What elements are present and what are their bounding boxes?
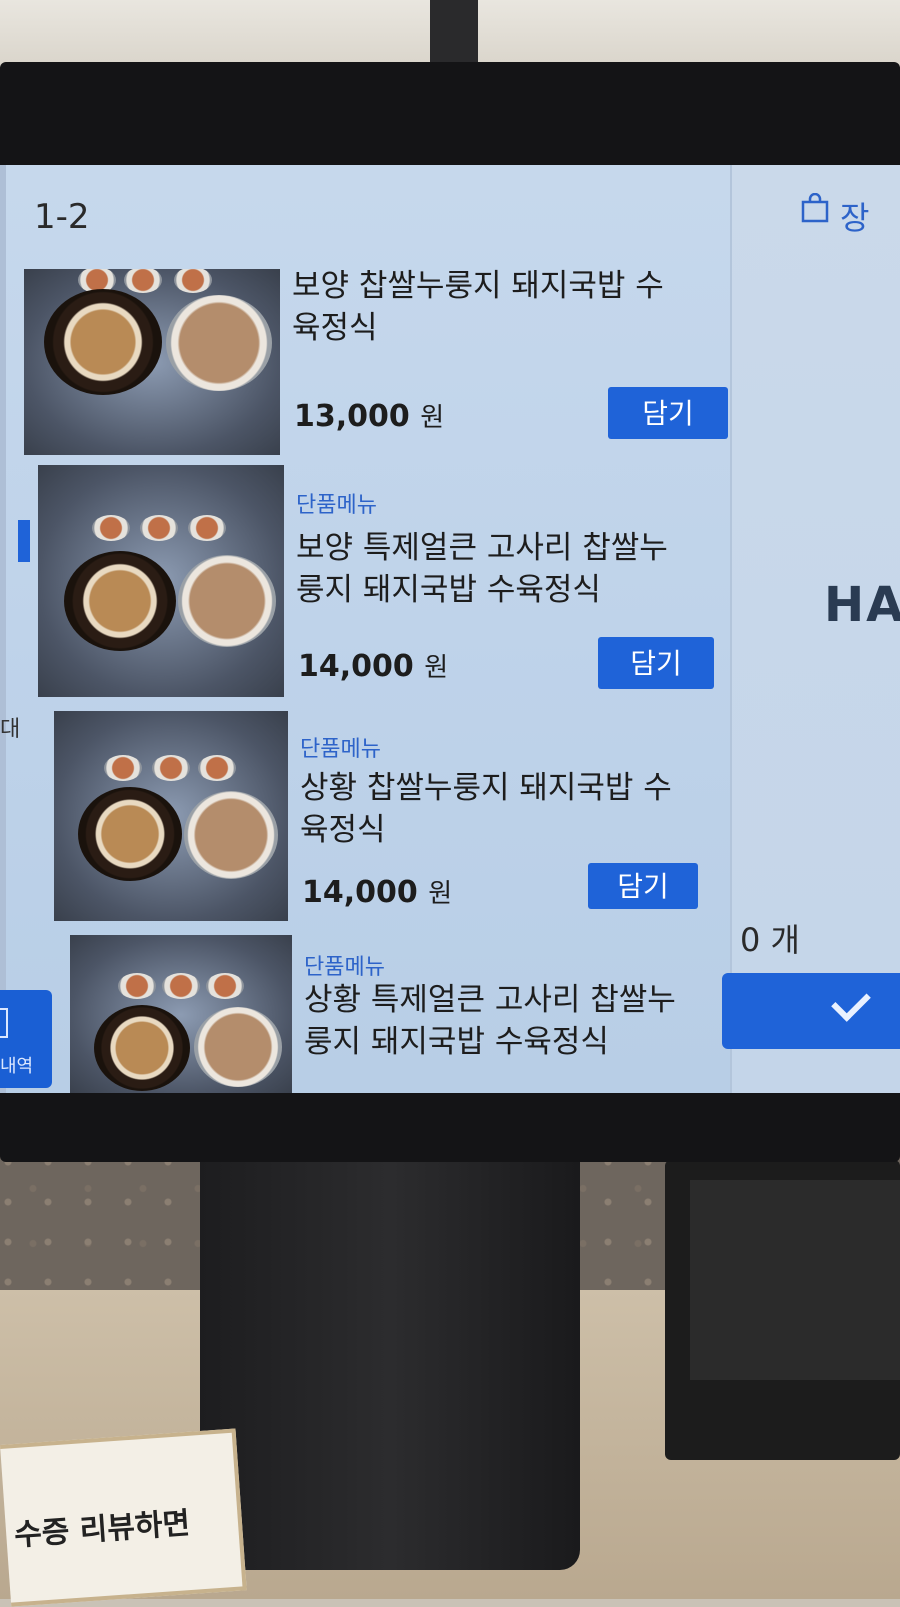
side-dish-image — [140, 515, 178, 541]
tray-inner — [690, 1180, 900, 1380]
kiosk-stand — [200, 1140, 580, 1570]
menu-item-price: 14,000 원 — [298, 649, 449, 684]
side-dish-image — [92, 515, 130, 541]
menu-item-name: 보양 특제얼큰 고사리 찹쌀누 룽지 돼지국밥 수육정식 — [296, 530, 668, 608]
sidebar-partial-label[interactable]: 대 — [0, 711, 20, 743]
menu-item-price: 13,000 원 — [294, 399, 445, 434]
menu-item-photo[interactable] — [38, 465, 284, 697]
gukbap-bowl-image — [64, 551, 176, 651]
background-wall — [0, 0, 900, 70]
cart-panel: 장 HA 0 개 — [722, 165, 900, 1093]
side-dish-image — [188, 515, 226, 541]
add-to-cart-button[interactable]: 담기 — [608, 387, 728, 439]
page-indicator: 1-2 — [34, 197, 90, 237]
shopping-bag-icon — [801, 193, 829, 223]
order-history-label: 내역 — [0, 1056, 34, 1077]
menu-item-photo[interactable] — [54, 711, 288, 921]
menu-item-photo[interactable] — [70, 935, 292, 1093]
gukbap-bowl-image — [94, 1005, 190, 1091]
cart-label: 장 — [840, 199, 870, 237]
menu-item-name: 보양 찹쌀누룽지 돼지국밥 수 육정식 — [292, 268, 664, 346]
left-sidebar-edge — [0, 165, 6, 1093]
side-dish-image — [198, 755, 236, 781]
side-dish-image — [124, 269, 162, 293]
menu-item-category: 단품메뉴 — [300, 737, 381, 762]
window-frame — [430, 0, 478, 70]
side-dish-image — [118, 973, 156, 999]
suyuk-plate-image — [194, 1007, 282, 1087]
menu-item-price: 14,000 원 — [302, 875, 453, 910]
gukbap-bowl-image — [44, 289, 162, 395]
side-dish-image — [174, 269, 212, 293]
side-dish-image — [206, 973, 244, 999]
suyuk-plate-image — [178, 555, 276, 647]
suyuk-plate-image — [184, 791, 278, 879]
history-icon — [0, 1008, 8, 1038]
menu-item-category: 단품메뉴 — [304, 955, 385, 980]
side-dish-image — [162, 973, 200, 999]
review-notice-text: 수증 리뷰하면 — [13, 1505, 192, 1554]
brand-logo-text: HA — [824, 577, 900, 633]
category-active-indicator — [18, 520, 30, 562]
menu-item-photo[interactable] — [24, 269, 280, 455]
review-notice-card: 수증 리뷰하면 — [0, 1428, 247, 1607]
gukbap-bowl-image — [78, 787, 182, 881]
cart-item-count: 0 개 — [740, 921, 800, 959]
add-to-cart-button[interactable]: 담기 — [598, 637, 714, 689]
order-history-button[interactable]: 내역 — [0, 990, 52, 1088]
side-dish-image — [152, 755, 190, 781]
menu-item-name: 상황 찹쌀누룽지 돼지국밥 수 육정식 — [300, 770, 672, 848]
menu-item-name: 상황 특제얼큰 고사리 찹쌀누 룽지 돼지국밥 수육정식 — [304, 982, 676, 1060]
side-dish-image — [104, 755, 142, 781]
menu-item-category: 단품메뉴 — [296, 493, 377, 518]
check-icon — [831, 982, 871, 1022]
kiosk-screen: 대 내역 1-2 보양 찹쌀누룽지 돼지국밥 수 육정식 13,000 원 담기 — [0, 165, 900, 1093]
add-to-cart-button[interactable]: 담기 — [588, 863, 698, 909]
suyuk-plate-image — [166, 295, 272, 391]
confirm-order-button[interactable] — [722, 973, 900, 1049]
